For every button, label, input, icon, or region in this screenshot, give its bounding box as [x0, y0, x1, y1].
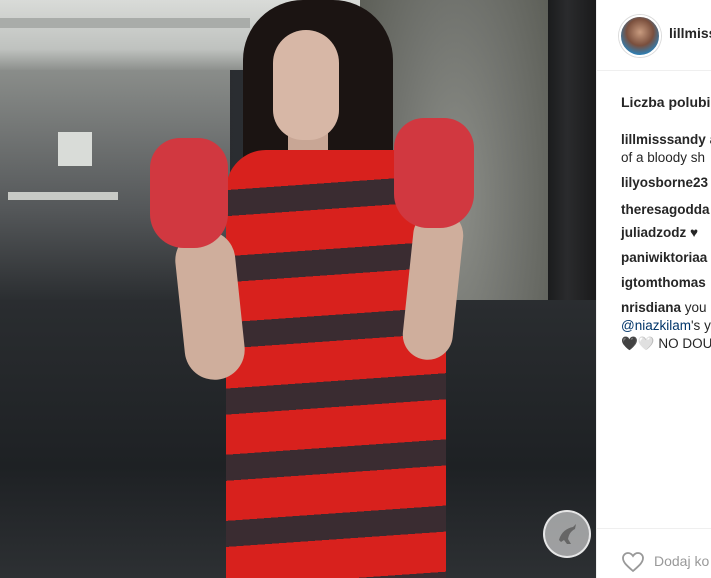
comment-continuation: 🖤🤍 NO DOU [621, 336, 711, 351]
subject-left-red-hand [150, 138, 228, 248]
comment-username[interactable]: lilyosborne23 [621, 175, 708, 190]
comment-username[interactable]: lillmisssandy [621, 132, 706, 147]
post-photo[interactable] [0, 0, 596, 578]
comment-item: nrisdiana you [621, 299, 707, 317]
comment-continuation: of a bloody sh [621, 150, 706, 165]
comment-item: paniwiktoriaa [621, 249, 707, 267]
subject-face [273, 30, 339, 140]
photo-subject [0, 0, 596, 578]
comment-item: juliadzodz ♥ [621, 224, 698, 242]
comment-item: lilyosborne23 [621, 174, 708, 192]
add-comment-input[interactable]: Dodaj ko [654, 553, 709, 569]
avatar[interactable] [619, 15, 661, 57]
comment-text: you [681, 300, 707, 315]
subject-right-red-hand [394, 118, 474, 228]
heart-outline-icon[interactable] [621, 551, 645, 578]
kangaroo-watermark-icon [543, 510, 591, 558]
comment-item: lillmisssandy a [621, 131, 711, 149]
post-header: lillmiss [597, 0, 711, 71]
comment-item: theresagodda [621, 201, 710, 219]
comment-username[interactable]: nrisdiana [621, 300, 681, 315]
post-side-panel: lillmiss Liczba polubie lillmisssandy a … [596, 0, 711, 578]
comment-username[interactable]: igtomthomas [621, 275, 706, 290]
comment-composer: Dodaj ko [597, 528, 711, 578]
comment-text: a [706, 132, 711, 147]
comment-text: ♥ [686, 225, 699, 240]
likes-count[interactable]: Liczba polubie [621, 94, 711, 110]
comment-mention-link[interactable]: @niazkilam [621, 318, 691, 333]
comment-username[interactable]: theresagodda [621, 202, 710, 217]
comment-continuation: @niazkilam's y [621, 317, 711, 335]
comment-text: 's y [690, 318, 711, 333]
comment-item: igtomthomas [621, 274, 706, 292]
comment-username[interactable]: paniwiktoriaa [621, 250, 707, 265]
comment-username[interactable]: juliadzodz [621, 225, 686, 240]
author-username[interactable]: lillmiss [669, 25, 711, 41]
